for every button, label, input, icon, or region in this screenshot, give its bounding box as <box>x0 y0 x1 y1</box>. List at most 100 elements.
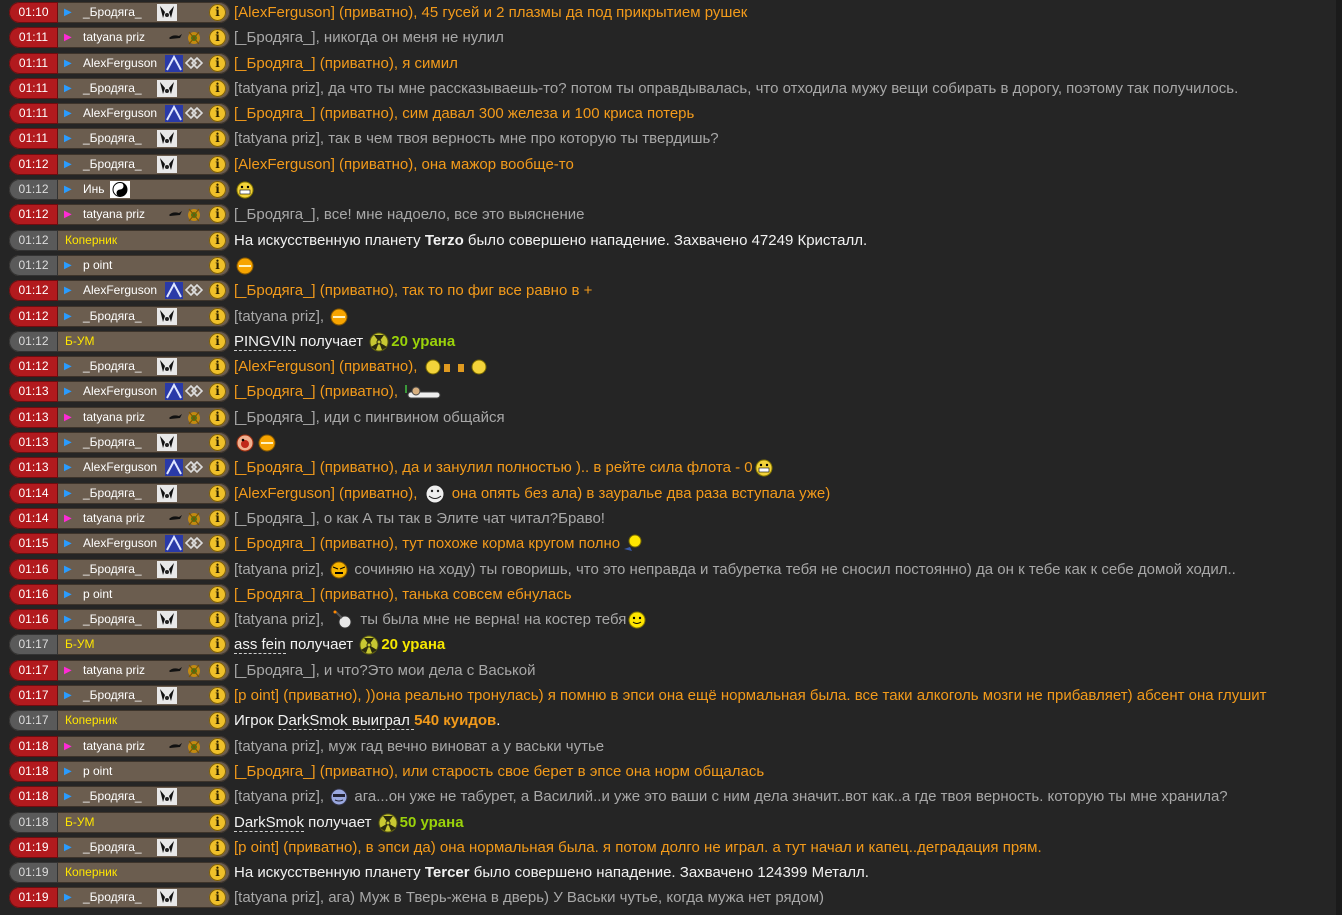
sender-badge[interactable]: 01:16 ▶ _Бродяга_ i <box>9 609 230 631</box>
sender-badge[interactable]: 01:16 ▶ p oint i <box>9 583 230 605</box>
scrollbar[interactable] <box>1336 0 1342 915</box>
private-message-arrow-icon[interactable]: ▶ <box>64 260 72 271</box>
sender-badge[interactable]: 01:14 ▶ _Бродяга_ i <box>9 482 230 504</box>
sender-name[interactable]: _Бродяга_ <box>83 887 142 908</box>
private-message-arrow-icon[interactable]: ▶ <box>64 538 72 549</box>
private-message-arrow-icon[interactable]: ▶ <box>64 108 72 119</box>
user-info-icon[interactable]: i <box>209 889 226 907</box>
user-info-icon[interactable]: i <box>209 231 226 249</box>
sender-name[interactable]: _Бродяга_ <box>83 483 142 504</box>
private-message-arrow-icon[interactable]: ▶ <box>64 209 72 220</box>
private-message-arrow-icon[interactable]: ▶ <box>64 564 72 575</box>
private-message-arrow-icon[interactable]: ▶ <box>64 133 72 144</box>
sender-badge[interactable]: 01:11 ▶ _Бродяга_ i <box>9 128 230 150</box>
sender-name[interactable]: _Бродяга_ <box>83 2 142 23</box>
sender-name[interactable]: _Бродяга_ <box>83 559 142 580</box>
player-name[interactable]: DarkSmok <box>277 712 348 731</box>
sender-name[interactable]: _Бродяга_ <box>83 685 142 706</box>
private-message-arrow-icon[interactable]: ▶ <box>64 285 72 296</box>
sender-badge[interactable]: 01:17 Коперник i <box>9 710 230 732</box>
private-message-arrow-icon[interactable]: ▶ <box>64 412 72 423</box>
private-message-arrow-icon[interactable]: ▶ <box>64 766 72 777</box>
sender-name[interactable]: tatyana priz <box>83 736 145 757</box>
private-message-arrow-icon[interactable]: ▶ <box>64 462 72 473</box>
sender-badge[interactable]: 01:16 ▶ _Бродяга_ i <box>9 558 230 580</box>
sender-name[interactable]: _Бродяга_ <box>83 154 142 175</box>
sender-badge[interactable]: 01:13 ▶ AlexFerguson i <box>9 381 230 403</box>
user-info-icon[interactable]: i <box>209 788 226 806</box>
private-message-arrow-icon[interactable]: ▶ <box>64 58 72 69</box>
player-name[interactable]: DarkSmok <box>234 813 305 832</box>
sender-badge[interactable]: 01:13 ▶ _Бродяга_ i <box>9 432 230 454</box>
sender-name[interactable]: _Бродяга_ <box>83 78 142 99</box>
sender-name[interactable]: tatyana priz <box>83 407 145 428</box>
user-info-icon[interactable]: i <box>209 838 226 856</box>
sender-name[interactable]: tatyana priz <box>83 660 145 681</box>
user-info-icon[interactable]: i <box>209 105 226 123</box>
sender-name[interactable]: _Бродяга_ <box>83 837 142 858</box>
sender-badge[interactable]: 01:18 ▶ p oint i <box>9 760 230 782</box>
user-info-icon[interactable]: i <box>209 130 226 148</box>
sender-name[interactable]: AlexFerguson <box>83 457 157 478</box>
sender-badge[interactable]: 01:13 ▶ AlexFerguson i <box>9 457 230 479</box>
user-info-icon[interactable]: i <box>209 4 226 21</box>
user-info-icon[interactable]: i <box>209 712 226 730</box>
user-info-icon[interactable]: i <box>209 383 226 401</box>
private-message-arrow-icon[interactable]: ▶ <box>64 437 72 448</box>
sender-badge[interactable]: 01:17 ▶ tatyana priz i <box>9 659 230 681</box>
private-message-arrow-icon[interactable]: ▶ <box>64 614 72 625</box>
sender-name[interactable]: _Бродяга_ <box>83 786 142 807</box>
sender-name[interactable]: tatyana priz <box>83 204 145 225</box>
user-info-icon[interactable]: i <box>209 408 226 426</box>
private-message-arrow-icon[interactable]: ▶ <box>64 159 72 170</box>
sender-badge[interactable]: 01:11 ▶ AlexFerguson i <box>9 103 230 125</box>
sender-badge[interactable]: 01:12 ▶ AlexFerguson i <box>9 280 230 302</box>
sender-badge[interactable]: 01:11 ▶ _Бродяга_ i <box>9 77 230 99</box>
user-info-icon[interactable]: i <box>209 864 226 882</box>
private-message-arrow-icon[interactable]: ▶ <box>64 665 72 676</box>
user-info-icon[interactable]: i <box>209 332 226 350</box>
sender-badge[interactable]: 01:15 ▶ AlexFerguson i <box>9 533 230 555</box>
player-name[interactable]: PINGVIN <box>234 332 296 351</box>
user-info-icon[interactable]: i <box>209 434 226 452</box>
user-info-icon[interactable]: i <box>209 535 226 553</box>
private-message-arrow-icon[interactable]: ▶ <box>64 791 72 802</box>
sender-badge[interactable]: 01:18 ▶ _Бродяга_ i <box>9 786 230 808</box>
user-info-icon[interactable]: i <box>209 206 226 224</box>
sender-badge[interactable]: 01:19 ▶ _Бродяга_ i <box>9 836 230 858</box>
sender-badge[interactable]: 01:12 ▶ _Бродяга_ i <box>9 356 230 378</box>
user-info-icon[interactable]: i <box>209 79 226 97</box>
private-message-arrow-icon[interactable]: ▶ <box>64 513 72 524</box>
user-info-icon[interactable]: i <box>209 737 226 755</box>
private-message-arrow-icon[interactable]: ▶ <box>64 311 72 322</box>
sender-name[interactable]: _Бродяга_ <box>83 128 142 149</box>
sender-badge[interactable]: 01:18 Б-УМ i <box>9 811 230 833</box>
sender-name[interactable]: AlexFerguson <box>83 533 157 554</box>
sender-badge[interactable]: 01:12 ▶ p oint i <box>9 254 230 276</box>
user-info-icon[interactable]: i <box>209 813 226 831</box>
sender-badge[interactable]: 01:17 ▶ _Бродяга_ i <box>9 685 230 707</box>
user-info-icon[interactable]: i <box>209 256 226 274</box>
user-info-icon[interactable]: i <box>209 509 226 527</box>
user-info-icon[interactable]: i <box>209 687 226 705</box>
sender-name[interactable]: AlexFerguson <box>83 53 157 74</box>
private-message-arrow-icon[interactable]: ▶ <box>64 184 72 195</box>
user-info-icon[interactable]: i <box>209 585 226 603</box>
sender-badge[interactable]: 01:12 ▶ _Бродяга_ i <box>9 153 230 175</box>
sender-name[interactable]: p oint <box>83 584 112 605</box>
user-info-icon[interactable]: i <box>209 459 226 477</box>
sender-badge[interactable]: 01:12 ▶ _Бродяга_ i <box>9 305 230 327</box>
sender-name[interactable]: _Бродяга_ <box>83 609 142 630</box>
user-info-icon[interactable]: i <box>209 29 226 47</box>
user-info-icon[interactable]: i <box>209 484 226 502</box>
sender-name[interactable]: p oint <box>83 255 112 276</box>
user-info-icon[interactable]: i <box>209 636 226 654</box>
user-info-icon[interactable]: i <box>209 560 226 578</box>
sender-badge[interactable]: 01:10 ▶ _Бродяга_ i <box>9 2 230 23</box>
private-message-arrow-icon[interactable]: ▶ <box>64 690 72 701</box>
sender-badge[interactable]: 01:12 ▶ Инь i <box>9 179 230 201</box>
private-message-arrow-icon[interactable]: ▶ <box>64 488 72 499</box>
sender-badge[interactable]: 01:19 Коперник i <box>9 862 230 884</box>
sender-badge[interactable]: 01:12 Коперник i <box>9 229 230 251</box>
sender-name[interactable]: _Бродяга_ <box>83 356 142 377</box>
